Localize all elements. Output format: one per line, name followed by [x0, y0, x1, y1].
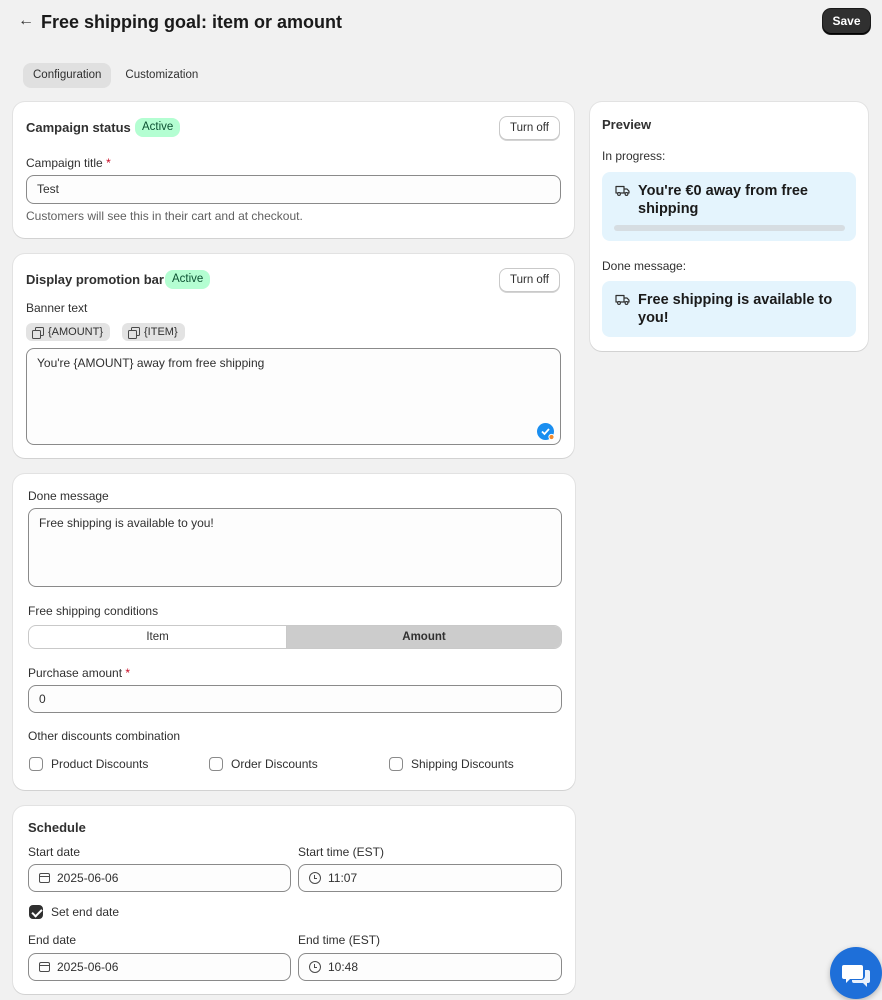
checkbox-label: Product Discounts [51, 757, 149, 771]
checkbox-label: Set end date [51, 905, 120, 919]
done-preview: Free shipping is available to you! [602, 281, 856, 337]
campaign-status-title: Campaign status [26, 120, 131, 135]
preview-title: Preview [602, 117, 652, 132]
start-time-value: 11:07 [328, 871, 358, 885]
set-end-date-checkbox[interactable]: Set end date [29, 905, 119, 919]
end-date-input[interactable]: 2025-06-06 [28, 953, 291, 981]
checkbox[interactable] [29, 757, 43, 771]
in-progress-label: In progress: [602, 149, 666, 163]
chat-icon [842, 965, 870, 987]
in-progress-preview: You're €0 away from free shipping [602, 172, 856, 241]
checkbox[interactable] [209, 757, 223, 771]
promotion-bar-title: Display promotion bar [26, 272, 164, 287]
calendar-icon [39, 962, 50, 972]
end-date-label: End date [28, 933, 77, 947]
campaign-title-label: Campaign title * [26, 156, 111, 170]
campaign-title-input[interactable]: Test [26, 175, 561, 204]
calendar-icon [39, 873, 50, 883]
product-discounts-checkbox[interactable]: Product Discounts [29, 757, 148, 771]
tab-configuration[interactable]: Configuration [23, 63, 112, 88]
conditions-toggle: Item Amount [28, 625, 562, 649]
purchase-amount-input[interactable]: 0 [28, 685, 562, 713]
done-message-label: Done message [28, 489, 109, 503]
status-badge: Active [135, 118, 181, 137]
clock-icon [309, 961, 321, 973]
item-variable-chip[interactable]: {ITEM} [122, 323, 185, 341]
start-date-value: 2025-06-06 [57, 871, 119, 885]
checkbox[interactable] [389, 757, 403, 771]
checkbox[interactable] [29, 905, 43, 919]
banner-text-label: Banner text [26, 301, 88, 315]
done-message-input[interactable]: Free shipping is available to you! [28, 508, 562, 587]
done-message-text: Free shipping is available to you! [638, 292, 833, 326]
truck-icon [615, 294, 630, 305]
combination-label: Other discounts combination [28, 729, 181, 743]
conditions-label: Free shipping conditions [28, 604, 159, 618]
in-progress-message: You're €0 away from free shipping [638, 183, 808, 217]
checkbox-label: Shipping Discounts [411, 757, 514, 771]
start-date-label: Start date [28, 845, 81, 859]
turn-off-button[interactable]: Turn off [499, 268, 560, 292]
end-date-value: 2025-06-06 [57, 960, 119, 974]
end-time-input[interactable]: 10:48 [298, 953, 562, 981]
clock-icon [309, 872, 321, 884]
save-button[interactable]: Save [823, 9, 870, 34]
item-option[interactable]: Item [29, 626, 286, 648]
truck-icon [615, 185, 630, 196]
back-arrow-icon[interactable]: ← [16, 10, 36, 32]
status-badge: Active [165, 270, 211, 289]
conditions-card: Done message Free shipping is available … [13, 474, 575, 790]
grammarly-check-icon[interactable] [537, 423, 555, 441]
schedule-title: Schedule [28, 820, 86, 835]
copy-icon [32, 326, 44, 339]
end-time-label: End time (EST) [298, 933, 381, 947]
chat-support-button[interactable] [830, 947, 882, 999]
chip-label: {ITEM} [144, 326, 178, 338]
banner-text-input[interactable]: You're {AMOUNT} away from free shipping [26, 348, 561, 445]
amount-variable-chip[interactable]: {AMOUNT} [26, 323, 111, 341]
promotion-bar-card: Display promotion bar Active Turn off Ba… [13, 254, 574, 458]
tab-bar: Configuration Customization [23, 63, 208, 88]
copy-icon [128, 326, 140, 339]
page-header: ← Free shipping goal: item or amount Sav… [0, 0, 882, 46]
amount-option[interactable]: Amount [286, 626, 561, 648]
tab-customization[interactable]: Customization [115, 63, 208, 88]
checkbox-label: Order Discounts [231, 757, 318, 771]
turn-off-button[interactable]: Turn off [499, 116, 560, 140]
campaign-status-card: Campaign status Active Turn off Campaign… [13, 102, 574, 238]
chip-label: {AMOUNT} [48, 326, 104, 338]
campaign-title-help: Customers will see this in their cart an… [26, 209, 303, 223]
done-message-preview-label: Done message: [602, 259, 687, 273]
start-time-label: Start time (EST) [298, 845, 385, 859]
schedule-card: Schedule Start date Start time (EST) 202… [13, 806, 575, 994]
order-discounts-checkbox[interactable]: Order Discounts [209, 757, 318, 771]
progress-bar [614, 225, 845, 231]
shipping-discounts-checkbox[interactable]: Shipping Discounts [389, 757, 514, 771]
start-date-input[interactable]: 2025-06-06 [28, 864, 291, 892]
page-title: Free shipping goal: item or amount [41, 12, 343, 32]
end-time-value: 10:48 [328, 960, 359, 974]
purchase-amount-label: Purchase amount * [28, 666, 131, 680]
preview-card: Preview In progress: You're €0 away from… [590, 102, 868, 351]
start-time-input[interactable]: 11:07 [298, 864, 562, 892]
